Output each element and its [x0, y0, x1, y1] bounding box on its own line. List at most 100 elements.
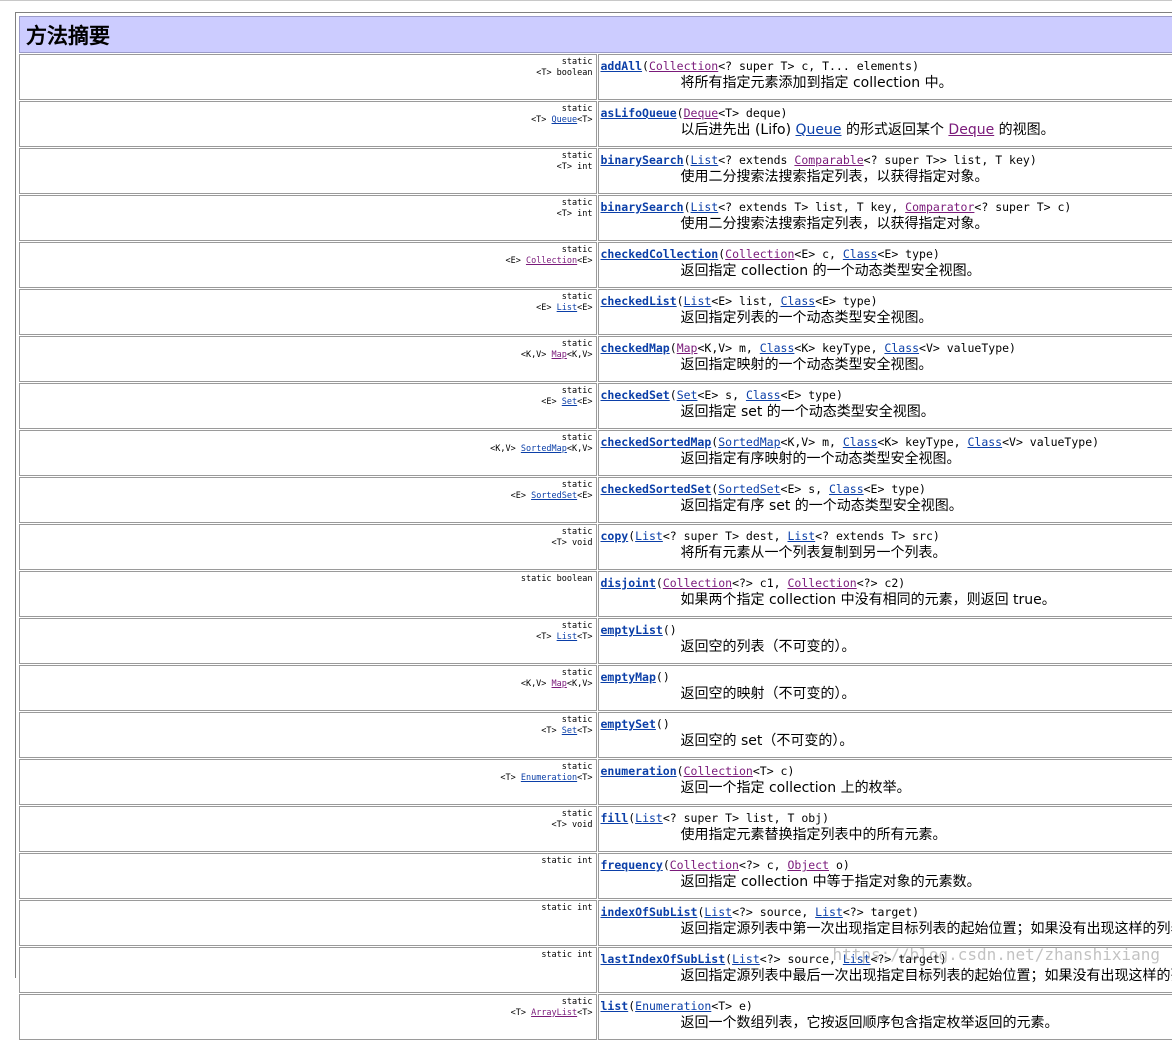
signature-text: 的视图。: [994, 122, 1054, 138]
modifier-line: <T> Queue<T>: [20, 115, 593, 126]
type-link-sorted-map[interactable]: SortedMap: [521, 444, 567, 454]
modifier-cell: static<T> Set<T>: [19, 712, 597, 758]
type-link-list[interactable]: List: [815, 905, 843, 919]
type-link-comparator[interactable]: Comparator: [905, 200, 974, 214]
modifier-cell: static<T> boolean: [19, 54, 597, 100]
signature-text: 返回指定 set 的一个动态类型安全视图。: [681, 404, 935, 420]
type-link-sorted-set[interactable]: SortedSet: [531, 491, 577, 501]
type-link-object[interactable]: Object: [787, 858, 829, 872]
method-link-as-lifo-queue[interactable]: asLifoQueue: [601, 106, 677, 120]
type-link-list[interactable]: List: [787, 529, 815, 543]
type-link-list[interactable]: List: [557, 632, 577, 642]
method-link-enumeration[interactable]: enumeration: [601, 764, 677, 778]
modifier-line: static boolean: [20, 574, 593, 585]
type-link-class[interactable]: Class: [843, 435, 878, 449]
type-link-collection[interactable]: Collection: [684, 764, 753, 778]
modifier-line: <T> void: [20, 820, 593, 831]
type-link-array-list[interactable]: ArrayList: [531, 1008, 577, 1018]
method-link-disjoint[interactable]: disjoint: [601, 576, 656, 590]
type-link-class[interactable]: Class: [760, 341, 795, 355]
method-link-binary-search[interactable]: binarySearch: [601, 200, 684, 214]
method-link-binary-search[interactable]: binarySearch: [601, 153, 684, 167]
method-description: 返回指定 set 的一个动态类型安全视图。: [681, 403, 1172, 421]
type-link-class[interactable]: Class: [843, 247, 878, 261]
type-link-class[interactable]: Class: [967, 435, 1002, 449]
modifier-cell: static int: [19, 900, 597, 946]
type-link-collection[interactable]: Collection: [663, 576, 732, 590]
type-link-collection[interactable]: Collection: [526, 256, 577, 266]
type-link-class[interactable]: Class: [884, 341, 919, 355]
type-link-list[interactable]: List: [635, 529, 663, 543]
type-link-map[interactable]: Map: [552, 350, 567, 360]
method-cell: binarySearch(List<? extends Comparable<?…: [598, 148, 1172, 194]
method-link-checked-collection[interactable]: checkedCollection: [601, 247, 719, 261]
table-row: static intindexOfSubList(List<?> source,…: [19, 900, 1172, 946]
signature-text: <T> void: [552, 820, 593, 830]
method-link-fill[interactable]: fill: [601, 811, 629, 825]
signature-text: <? extends T> list, T key,: [718, 200, 905, 214]
signature-text: 将所有指定元素添加到指定 collection 中。: [681, 75, 953, 91]
type-link-list[interactable]: List: [684, 294, 712, 308]
modifier-line: static: [20, 292, 593, 303]
method-signature: emptyMap(): [601, 670, 1172, 685]
type-link-queue[interactable]: Queue: [552, 115, 578, 125]
type-link-collection[interactable]: Collection: [787, 576, 856, 590]
method-link-copy[interactable]: copy: [601, 529, 629, 543]
type-link-set[interactable]: Set: [562, 397, 577, 407]
type-link-set[interactable]: Set: [562, 726, 577, 736]
method-link-list[interactable]: list: [601, 999, 629, 1013]
type-link-list[interactable]: List: [691, 200, 719, 214]
type-link-list[interactable]: List: [557, 303, 577, 313]
type-link-comparable[interactable]: Comparable: [794, 153, 863, 167]
modifier-line: static int: [20, 950, 593, 961]
type-link-collection[interactable]: Collection: [670, 858, 739, 872]
signature-text: static: [562, 57, 593, 67]
type-link-enumeration[interactable]: Enumeration: [635, 999, 711, 1013]
type-link-enumeration[interactable]: Enumeration: [521, 773, 577, 783]
modifier-line: <T> boolean: [20, 68, 593, 79]
type-link-class[interactable]: Class: [781, 294, 816, 308]
modifier-line: static: [20, 198, 593, 209]
method-link-checked-list[interactable]: checkedList: [601, 294, 677, 308]
type-link-map[interactable]: Map: [552, 679, 567, 689]
type-link-list[interactable]: List: [732, 952, 760, 966]
modifier-line: static: [20, 433, 593, 444]
method-link-empty-map[interactable]: emptyMap: [601, 670, 656, 684]
method-signature: emptySet(): [601, 717, 1172, 732]
method-signature: checkedCollection(Collection<E> c, Class…: [601, 247, 1172, 262]
method-link-checked-set[interactable]: checkedSet: [601, 388, 670, 402]
type-link-list[interactable]: List: [691, 153, 719, 167]
signature-text: <?> c,: [739, 858, 787, 872]
type-link-sorted-set[interactable]: SortedSet: [718, 482, 780, 496]
method-link-frequency[interactable]: frequency: [601, 858, 663, 872]
method-link-checked-sorted-set[interactable]: checkedSortedSet: [601, 482, 712, 496]
method-link-checked-map[interactable]: checkedMap: [601, 341, 670, 355]
method-link-last-index-of-sub-list[interactable]: lastIndexOfSubList: [601, 952, 726, 966]
type-link-list[interactable]: List: [704, 905, 732, 919]
modifier-line: static: [20, 809, 593, 820]
type-link-collection[interactable]: Collection: [725, 247, 794, 261]
type-link-class[interactable]: Class: [746, 388, 781, 402]
method-link-empty-set[interactable]: emptySet: [601, 717, 656, 731]
modifier-line: static: [20, 715, 593, 726]
type-link-set[interactable]: Set: [677, 388, 698, 402]
signature-text: <E> s,: [697, 388, 745, 402]
type-link-list[interactable]: List: [635, 811, 663, 825]
method-description: 返回指定源列表中最后一次出现指定目标列表的起始位置；如果没有出现这样的列表，则返…: [681, 967, 1172, 985]
type-link-deque[interactable]: Deque: [948, 122, 994, 138]
type-link-deque[interactable]: Deque: [684, 106, 719, 120]
method-link-add-all[interactable]: addAll: [601, 59, 643, 73]
method-link-checked-sorted-map[interactable]: checkedSortedMap: [601, 435, 712, 449]
signature-text: static int: [541, 856, 592, 866]
signature-text: <T>: [577, 632, 592, 642]
signature-text: (): [656, 670, 670, 684]
type-link-map[interactable]: Map: [677, 341, 698, 355]
type-link-sorted-map[interactable]: SortedMap: [718, 435, 780, 449]
type-link-queue[interactable]: Queue: [796, 122, 842, 138]
type-link-class[interactable]: Class: [829, 482, 864, 496]
modifier-line: static: [20, 668, 593, 679]
method-link-empty-list[interactable]: emptyList: [601, 623, 663, 637]
modifier-line: <E> Set<E>: [20, 397, 593, 408]
method-link-index-of-sub-list[interactable]: indexOfSubList: [601, 905, 698, 919]
type-link-collection[interactable]: Collection: [649, 59, 718, 73]
